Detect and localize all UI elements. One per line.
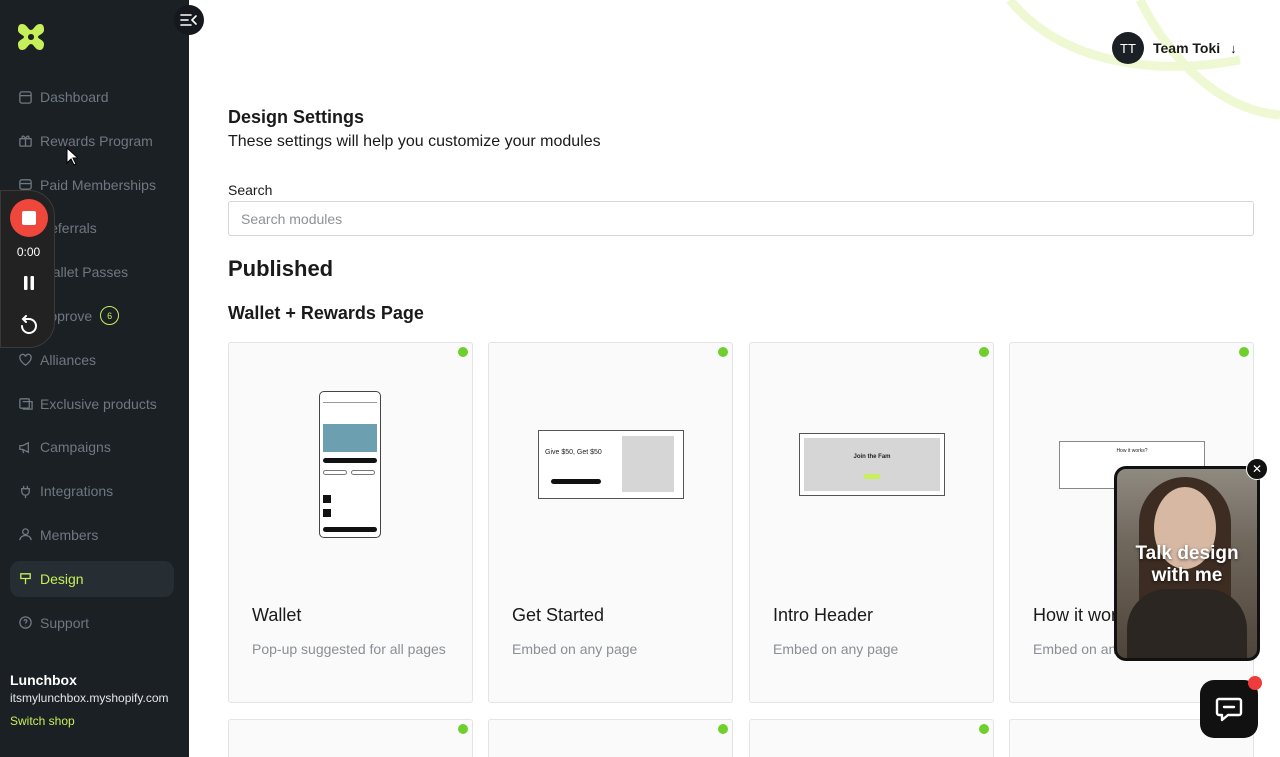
- video-message-bubble[interactable]: Talk design with me: [1114, 466, 1260, 661]
- card-title: How it wor: [1033, 605, 1118, 625]
- mouse-cursor-icon: [66, 147, 78, 166]
- preview-heading: Give $50, Get $50: [545, 449, 602, 456]
- get-started-preview-thumbnail: Give $50, Get $50: [538, 430, 684, 499]
- user-name: Team Toki: [1153, 40, 1221, 56]
- dashboard-icon: [19, 90, 32, 104]
- screen-recorder-widget: 0:00: [0, 190, 55, 348]
- shop-info: Lunchbox itsmylunchbox.myshopify.com Swi…: [10, 672, 169, 728]
- video-thumbnail: Talk design with me: [1117, 469, 1257, 658]
- sidebar-item-label: Design: [40, 570, 84, 587]
- stop-recording-button[interactable]: [10, 199, 48, 237]
- members-icon: [19, 528, 32, 541]
- published-status-dot: [718, 347, 728, 357]
- stop-icon: [22, 211, 36, 225]
- collapse-menu-icon: [180, 14, 197, 26]
- published-status-dot: [458, 347, 468, 357]
- shop-url: itsmylunchbox.myshopify.com: [10, 691, 169, 705]
- sidebar-item-design[interactable]: Design: [10, 560, 174, 597]
- module-card-get-started[interactable]: Give $50, Get $50 Get Started Embed on a…: [488, 342, 733, 703]
- chat-launcher-button[interactable]: [1200, 680, 1258, 738]
- box-icon: [19, 398, 33, 410]
- sidebar: Dashboard Rewards Program Paid Membershi…: [0, 0, 189, 757]
- wallet-preview-thumbnail: [319, 391, 381, 538]
- unread-notification-dot: [1248, 676, 1262, 690]
- sidebar-item-exclusive-products[interactable]: Exclusive products: [10, 386, 174, 422]
- search-input[interactable]: [228, 201, 1254, 236]
- card-title: Get Started: [512, 605, 605, 625]
- card-description: Embed on any page: [773, 641, 899, 657]
- chat-icon: [1215, 697, 1243, 722]
- module-card-wallet[interactable]: Wallet Pop-up suggested for all pages: [228, 342, 473, 703]
- sidebar-item-label: Paid Memberships: [40, 176, 156, 193]
- card-description: Embed on any page: [512, 641, 638, 657]
- heart-icon: [19, 353, 32, 367]
- sidebar-item-integrations[interactable]: Integrations: [10, 473, 174, 509]
- sidebar-nav: Dashboard Rewards Program Paid Membershi…: [10, 79, 174, 648]
- video-caption: Talk design with me: [1135, 543, 1239, 586]
- megaphone-icon: [19, 441, 29, 454]
- sidebar-item-label: Rewards Program: [40, 132, 153, 149]
- help-icon: [19, 616, 32, 629]
- search-label: Search: [228, 182, 273, 198]
- page-title: Design Settings: [228, 107, 365, 127]
- card-title: Intro Header: [773, 605, 874, 625]
- sidebar-item-label: Members: [40, 526, 99, 543]
- module-card[interactable]: [488, 719, 733, 757]
- shop-name: Lunchbox: [10, 672, 77, 688]
- preview-heading: How it works?: [1116, 448, 1148, 454]
- preview-heading: Join the Fam: [853, 454, 891, 460]
- recording-timer: 0:00: [16, 245, 41, 259]
- sidebar-item-label: Dashboard: [40, 89, 109, 105]
- published-status-dot: [718, 724, 728, 734]
- plug-icon: [21, 485, 30, 498]
- sidebar-item-label: Support: [40, 614, 90, 631]
- close-icon[interactable]: ✕: [1246, 458, 1268, 480]
- intro-header-preview-thumbnail: Join the Fam: [799, 433, 945, 496]
- brand-logo-icon[interactable]: [16, 22, 46, 52]
- published-status-dot: [979, 724, 989, 734]
- module-card[interactable]: [228, 719, 473, 757]
- card-title: Wallet: [252, 605, 302, 625]
- approve-count-badge: 6: [100, 306, 120, 326]
- switch-shop-link[interactable]: Switch shop: [10, 714, 169, 728]
- sidebar-item-campaigns[interactable]: Campaigns: [10, 429, 174, 465]
- avatar: TT: [1112, 32, 1144, 64]
- group-title: Wallet + Rewards Page: [228, 303, 424, 323]
- card-description: Pop-up suggested for all pages: [252, 641, 446, 657]
- sidebar-item-label: Campaigns: [40, 439, 111, 456]
- sidebar-item-rewards-program[interactable]: Rewards Program: [10, 123, 174, 159]
- brush-icon: [20, 573, 31, 585]
- restart-icon[interactable]: [18, 315, 40, 337]
- sidebar-item-label: Alliances: [40, 351, 97, 368]
- published-status-dot: [1239, 347, 1249, 357]
- gift-icon: [19, 135, 32, 148]
- pause-icon[interactable]: [21, 275, 37, 291]
- chevron-down-icon: ↓: [1230, 40, 1237, 56]
- module-card-intro-header[interactable]: Join the Fam Intro Header Embed on any p…: [749, 342, 994, 703]
- sidebar-item-dashboard[interactable]: Dashboard: [10, 79, 174, 115]
- sidebar-item-label: Exclusive products: [40, 395, 157, 412]
- published-status-dot: [979, 347, 989, 357]
- page-subtitle: These settings will help you customize y…: [228, 133, 601, 150]
- published-status-dot: [458, 724, 468, 734]
- sidebar-item-members[interactable]: Members: [10, 517, 174, 553]
- module-card[interactable]: [749, 719, 994, 757]
- sidebar-item-support[interactable]: Support: [10, 605, 174, 641]
- sidebar-item-label: Integrations: [40, 483, 114, 500]
- section-title: Published: [228, 256, 334, 281]
- user-menu[interactable]: TT Team Toki ↓: [1112, 32, 1237, 64]
- sidebar-collapse-button[interactable]: [174, 5, 204, 35]
